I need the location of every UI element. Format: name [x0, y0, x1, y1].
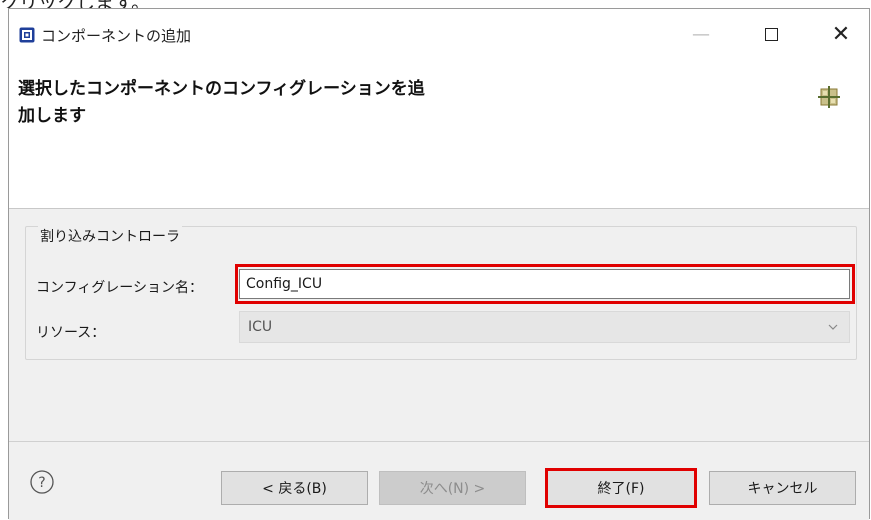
cancel-button[interactable]: キャンセル — [709, 471, 856, 505]
resource-label: リソース： — [36, 325, 106, 341]
component-grid-icon — [818, 86, 840, 108]
group-title: 割り込みコントローラ — [38, 226, 182, 246]
back-button[interactable]: < 戻る(B) — [221, 471, 368, 505]
minimize-button[interactable]: — — [681, 17, 721, 51]
page-title: 選択したコンポーネントのコンフィグレーションを追 加します — [18, 76, 488, 130]
window-title: コンポーネントの追加 — [41, 27, 192, 45]
help-icon[interactable]: ? — [29, 469, 55, 495]
wizard-body: 割り込みコントローラ コンフィグレーション名： リソース： ICU ? < 戻る… — [9, 209, 869, 520]
minimize-icon: — — [692, 23, 710, 45]
page-title-line2: 加します — [18, 106, 86, 126]
chevron-down-icon — [828, 324, 838, 330]
interrupt-controller-group: 割り込みコントローラ コンフィグレーション名： リソース： ICU — [25, 226, 857, 360]
wizard-header: 選択したコンポーネントのコンフィグレーションを追 加します — [9, 57, 869, 209]
app-icon — [19, 27, 35, 43]
top-cut-text: クリックします。 — [0, 0, 871, 8]
maximize-icon — [764, 27, 778, 41]
add-component-dialog: コンポーネントの追加 — ✕ 選択したコンポーネントのコンフィグレーションを追 … — [8, 8, 870, 520]
footer-divider — [9, 441, 869, 442]
finish-button[interactable]: 終了(F) — [545, 468, 697, 508]
close-icon: ✕ — [831, 21, 851, 47]
config-name-input[interactable] — [239, 269, 850, 299]
close-button[interactable]: ✕ — [821, 17, 861, 51]
next-button[interactable]: 次へ(N) > — [379, 471, 526, 505]
config-name-label: コンフィグレーション名： — [36, 280, 204, 296]
svg-text:?: ? — [38, 475, 45, 491]
title-bar: コンポーネントの追加 — ✕ — [9, 9, 869, 57]
resource-value: ICU — [248, 319, 273, 335]
resource-select[interactable]: ICU — [239, 311, 850, 343]
page-title-line1: 選択したコンポーネントのコンフィグレーションを追 — [18, 79, 425, 99]
maximize-button[interactable] — [751, 17, 791, 51]
